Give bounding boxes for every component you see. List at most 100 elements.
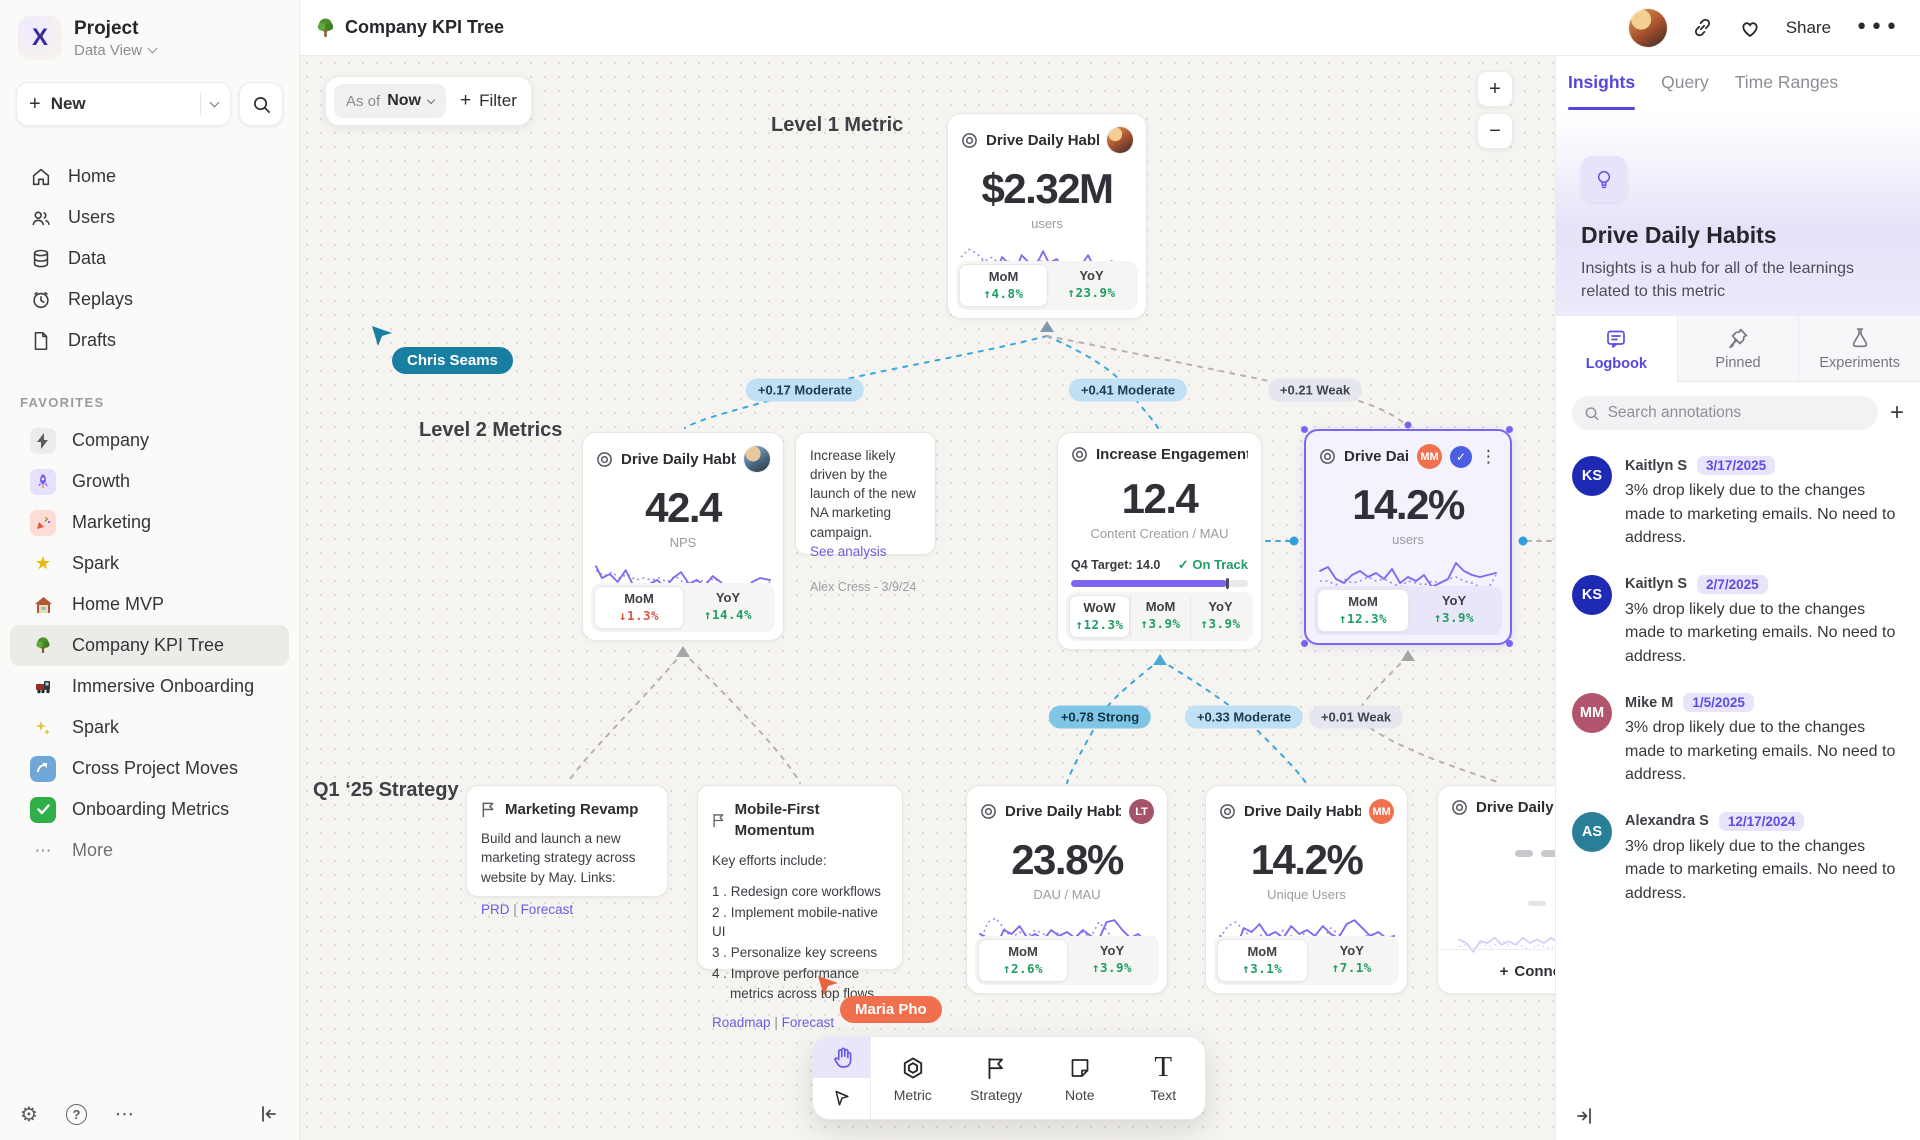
card-menu-icon[interactable]: ⋮ xyxy=(1480,447,1497,467)
favorite-immersive-onboarding[interactable]: Immersive Onboarding xyxy=(10,666,289,707)
strategy-tool[interactable]: Strategy xyxy=(955,1037,1039,1119)
share-button[interactable]: Share xyxy=(1786,18,1831,38)
stat-yoy[interactable]: YoY↑3.9% xyxy=(1409,589,1499,632)
favorites-more[interactable]: ⋯ More xyxy=(10,830,289,871)
stat-yoy[interactable]: YoY↑3.9% xyxy=(1190,595,1250,638)
note-byline: Alex Cress - 3/9/24 xyxy=(810,579,921,597)
metric-value: 14.2% xyxy=(1306,481,1510,529)
favorite-cross-project-moves[interactable]: Cross Project Moves xyxy=(10,748,289,789)
stat-yoy[interactable]: YoY↑14.4% xyxy=(684,586,772,629)
favorite-onboarding-metrics[interactable]: Onboarding Metrics xyxy=(10,789,289,830)
favorite-company[interactable]: Company xyxy=(10,420,289,461)
data-view-switcher[interactable]: Data View xyxy=(74,42,156,59)
favorite-home-mvp[interactable]: Home MVP xyxy=(10,584,289,625)
avatar xyxy=(744,446,770,472)
sidebar-nav: Home Users Data Replays Drafts xyxy=(0,156,299,361)
metric-card-engagement[interactable]: Increase Engagement 12.4 Content Creatio… xyxy=(1057,432,1262,650)
strategy-card-mobile-first[interactable]: Mobile-First Momentum Key efforts includ… xyxy=(697,785,903,970)
metric-card-selected[interactable]: Drive Daily Habb.. MM ✓ ⋮ 14.2% users Mo… xyxy=(1304,429,1512,645)
sidebar-item-replays[interactable]: Replays xyxy=(10,279,289,320)
annotation-search[interactable] xyxy=(1572,396,1878,430)
add-annotation-button[interactable]: + xyxy=(1890,401,1904,425)
annotation-search-input[interactable] xyxy=(1608,404,1866,422)
user-avatar[interactable] xyxy=(1629,9,1667,47)
sidebar-item-drafts[interactable]: Drafts xyxy=(10,320,289,361)
metric-card-unique-users[interactable]: Drive Daily Habbits MM 14.2% Unique User… xyxy=(1205,785,1408,994)
annotation-item[interactable]: KS Kaitlyn S 3/17/2025 3% drop likely du… xyxy=(1572,456,1904,550)
target-label: Q4 Target: 14.0 xyxy=(1071,558,1160,572)
selection-handle[interactable] xyxy=(1506,426,1513,433)
as-of-selector[interactable]: As of Now xyxy=(334,84,446,118)
stat-mom[interactable]: MoM↑4.8% xyxy=(959,264,1048,307)
favorite-heart-icon[interactable] xyxy=(1738,16,1762,40)
workspace-logo[interactable]: X xyxy=(18,16,62,60)
selection-handle[interactable] xyxy=(1301,426,1308,433)
metric-card-partial[interactable]: Drive Daily Hab +Connect xyxy=(1437,785,1555,994)
tab-pinned[interactable]: Pinned xyxy=(1677,316,1799,382)
metric-card-nps[interactable]: Drive Daily Habbits 42.4 NPS MoM↓1.3% Yo… xyxy=(582,432,784,641)
sidebar-item-data[interactable]: Data xyxy=(10,238,289,279)
tab-logbook[interactable]: Logbook xyxy=(1556,316,1677,382)
stat-mom[interactable]: MoM↑12.3% xyxy=(1317,589,1409,632)
favorite-growth[interactable]: Growth xyxy=(10,461,289,502)
more-options-icon[interactable]: ⋯ xyxy=(115,1103,134,1125)
help-icon[interactable]: ? xyxy=(66,1104,87,1125)
text-tool[interactable]: T Text xyxy=(1122,1037,1206,1119)
select-tool[interactable] xyxy=(813,1078,870,1119)
stat-yoy[interactable]: YoY↑7.1% xyxy=(1308,939,1397,982)
level2-section-label: Level 2 Metrics xyxy=(419,419,562,442)
collaborator-cursor-chris: Chris Seams xyxy=(370,324,513,374)
hand-tool[interactable] xyxy=(813,1037,870,1078)
zoom-in-button[interactable]: + xyxy=(1477,71,1513,107)
canvas-toolbar: As of Now + Filter xyxy=(325,76,532,126)
forecast-link[interactable]: Forecast xyxy=(521,902,574,917)
settings-gear-icon[interactable]: ⚙ xyxy=(20,1102,38,1126)
metric-tool[interactable]: Metric xyxy=(871,1037,955,1119)
text-icon: T xyxy=(1154,1053,1172,1082)
annotation-item[interactable]: KS Kaitlyn S 2/7/2025 3% drop likely due… xyxy=(1572,575,1904,669)
metric-card-level1[interactable]: Drive Daily Habbits $2.32M users MoM↑4.8… xyxy=(947,113,1147,319)
copy-link-icon[interactable] xyxy=(1691,16,1714,39)
roadmap-link[interactable]: Roadmap xyxy=(712,1015,771,1030)
favorite-company-kpi-tree[interactable]: Company KPI Tree xyxy=(10,625,289,666)
note-tool[interactable]: Note xyxy=(1038,1037,1122,1119)
more-menu-icon[interactable]: ••• xyxy=(1855,15,1900,40)
favorite-spark-2[interactable]: Spark xyxy=(10,707,289,748)
prd-link[interactable]: PRD xyxy=(481,902,510,917)
favorite-spark[interactable]: ★ Spark xyxy=(10,543,289,584)
metric-card-dau-mau[interactable]: Drive Daily Habbits LT 23.8% DAU / MAU M… xyxy=(966,785,1168,994)
annotation-item[interactable]: MM Mike M 1/5/2025 3% drop likely due to… xyxy=(1572,693,1904,787)
new-button[interactable]: + New xyxy=(16,82,231,126)
selection-handle[interactable] xyxy=(1301,640,1308,647)
skeleton-placeholder xyxy=(1438,891,1555,906)
tab-insights[interactable]: Insights xyxy=(1568,72,1635,110)
stat-mom[interactable]: MoM↓1.3% xyxy=(594,586,684,629)
stat-mom[interactable]: MoM↑3.1% xyxy=(1217,939,1308,982)
tab-experiments[interactable]: Experiments xyxy=(1798,316,1920,382)
sidebar-item-home[interactable]: Home xyxy=(10,156,289,197)
collapse-panel-icon[interactable] xyxy=(1574,1106,1594,1126)
stat-mom[interactable]: MoM↑3.9% xyxy=(1130,595,1190,638)
collapse-sidebar-icon[interactable] xyxy=(259,1104,279,1124)
metric-target-icon xyxy=(961,132,978,149)
zoom-out-button[interactable]: − xyxy=(1477,113,1513,149)
search-button[interactable] xyxy=(239,82,283,126)
skeleton-placeholder xyxy=(1438,850,1555,857)
chevron-down-icon[interactable] xyxy=(210,98,220,108)
strategy-card-marketing-revamp[interactable]: Marketing Revamp Build and launch a new … xyxy=(466,785,668,897)
stat-mom[interactable]: MoM↑2.6% xyxy=(978,939,1068,982)
canvas-note[interactable]: Increase likely driven by the launch of … xyxy=(795,432,936,555)
stat-yoy[interactable]: YoY↑23.9% xyxy=(1048,264,1135,307)
stat-wow[interactable]: WoW↑12.3% xyxy=(1069,595,1130,638)
connect-button[interactable]: +Connect xyxy=(1438,949,1555,993)
kpi-canvas[interactable]: As of Now + Filter + − Level 1 Metric xyxy=(300,56,1555,1140)
tab-query[interactable]: Query xyxy=(1661,72,1709,110)
favorite-marketing[interactable]: Marketing xyxy=(10,502,289,543)
sidebar-item-users[interactable]: Users xyxy=(10,197,289,238)
annotation-item[interactable]: AS Alexandra S 12/17/2024 3% drop likely… xyxy=(1572,812,1904,906)
filter-button[interactable]: + Filter xyxy=(460,90,517,112)
stat-yoy[interactable]: YoY↑3.9% xyxy=(1068,939,1156,982)
see-analysis-link[interactable]: See analysis xyxy=(810,542,921,561)
selection-handle[interactable] xyxy=(1506,640,1513,647)
tab-time-ranges[interactable]: Time Ranges xyxy=(1735,72,1838,110)
